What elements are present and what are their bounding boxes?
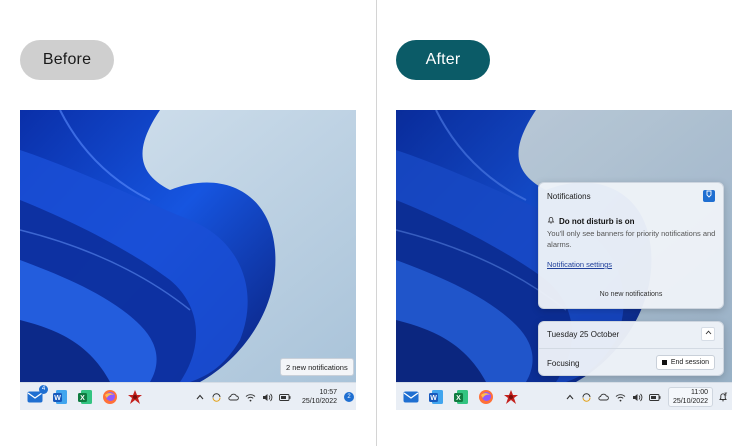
divider — [376, 0, 377, 446]
notification-count-badge[interactable]: 2 — [344, 392, 354, 402]
sync-icon[interactable] — [210, 390, 224, 404]
system-tray: 11:00 25/10/2022 — [560, 383, 730, 410]
clock-time: 11:00 — [691, 389, 708, 396]
dnd-heading: Do not disturb is on — [547, 216, 635, 226]
end-session-label: End session — [670, 359, 709, 366]
before-screenshot: 2 new notifications 4 W X 10:57 25/10/20… — [20, 110, 356, 410]
calendar-divider — [539, 348, 723, 349]
sync-icon[interactable] — [580, 390, 594, 404]
word-icon[interactable]: W — [51, 388, 69, 406]
clock-date: 25/10/2022 — [301, 398, 337, 405]
before-label: Before — [20, 40, 114, 80]
svg-text:W: W — [430, 395, 437, 402]
svg-text:W: W — [54, 395, 61, 402]
bell-snooze-icon — [547, 216, 555, 226]
word-icon[interactable]: W — [427, 388, 445, 406]
dnd-title: Do not disturb is on — [559, 216, 635, 226]
new-notifications-toast[interactable]: 2 new notifications — [280, 358, 354, 376]
do-not-disturb-icon[interactable] — [716, 390, 730, 404]
clock-time: 10:57 — [319, 389, 337, 396]
after-screenshot: Notifications Do not disturb is on You'l… — [396, 110, 732, 410]
calendar-panel: Tuesday 25 October Focusing End session — [538, 321, 724, 376]
wallpaper-bloom — [20, 110, 356, 382]
after-label: After — [396, 40, 490, 80]
cloud-icon[interactable] — [597, 390, 611, 404]
taskbar-apps: 4 W X — [26, 384, 151, 406]
taskbar: 4 W X 10:57 25/10/2022 2 — [20, 382, 356, 410]
volume-icon[interactable] — [631, 390, 645, 404]
chevron-up-icon[interactable] — [701, 327, 715, 341]
do-not-disturb-toggle-icon[interactable] — [703, 190, 715, 202]
notification-settings-link[interactable]: Notification settings — [547, 260, 612, 269]
excel-icon[interactable]: X — [452, 388, 470, 406]
dnd-description: You'll only see banners for priority not… — [547, 229, 716, 249]
calendar-date: Tuesday 25 October — [547, 330, 620, 339]
excel-icon[interactable]: X — [76, 388, 94, 406]
app-icon[interactable] — [502, 388, 520, 406]
comparison-stage: Before After 2 new notifications 4 W X 1… — [0, 0, 752, 446]
system-tray: 10:57 25/10/2022 2 — [190, 383, 354, 410]
clock-date: 25/10/2022 — [672, 398, 708, 405]
taskbar-apps: W X — [402, 388, 527, 406]
mail-icon[interactable]: 4 — [26, 384, 48, 406]
mail-badge: 4 — [39, 384, 48, 394]
firefox-icon[interactable] — [101, 388, 119, 406]
mail-icon[interactable] — [402, 388, 420, 406]
wifi-icon[interactable] — [244, 390, 258, 404]
stop-icon — [661, 360, 667, 365]
firefox-icon[interactable] — [477, 388, 495, 406]
notification-center-title: Notifications — [547, 192, 591, 201]
app-icon[interactable] — [126, 388, 144, 406]
svg-text:X: X — [456, 395, 461, 402]
battery-icon[interactable] — [278, 390, 292, 404]
battery-icon[interactable] — [648, 390, 662, 404]
focus-label: Focusing — [547, 359, 580, 368]
chevron-up-icon[interactable] — [563, 390, 577, 404]
notification-center: Notifications Do not disturb is on You'l… — [538, 182, 724, 309]
cloud-icon[interactable] — [227, 390, 241, 404]
chevron-up-icon[interactable] — [193, 390, 207, 404]
no-notifications-text: No new notifications — [599, 291, 663, 298]
svg-text:X: X — [80, 395, 85, 402]
taskbar: W X 11:00 25/10/2022 — [396, 382, 732, 410]
end-session-button[interactable]: End session — [655, 355, 715, 370]
taskbar-clock[interactable]: 11:00 25/10/2022 — [667, 387, 713, 407]
taskbar-clock[interactable]: 10:57 25/10/2022 — [298, 388, 341, 406]
volume-icon[interactable] — [261, 390, 275, 404]
wifi-icon[interactable] — [614, 390, 628, 404]
